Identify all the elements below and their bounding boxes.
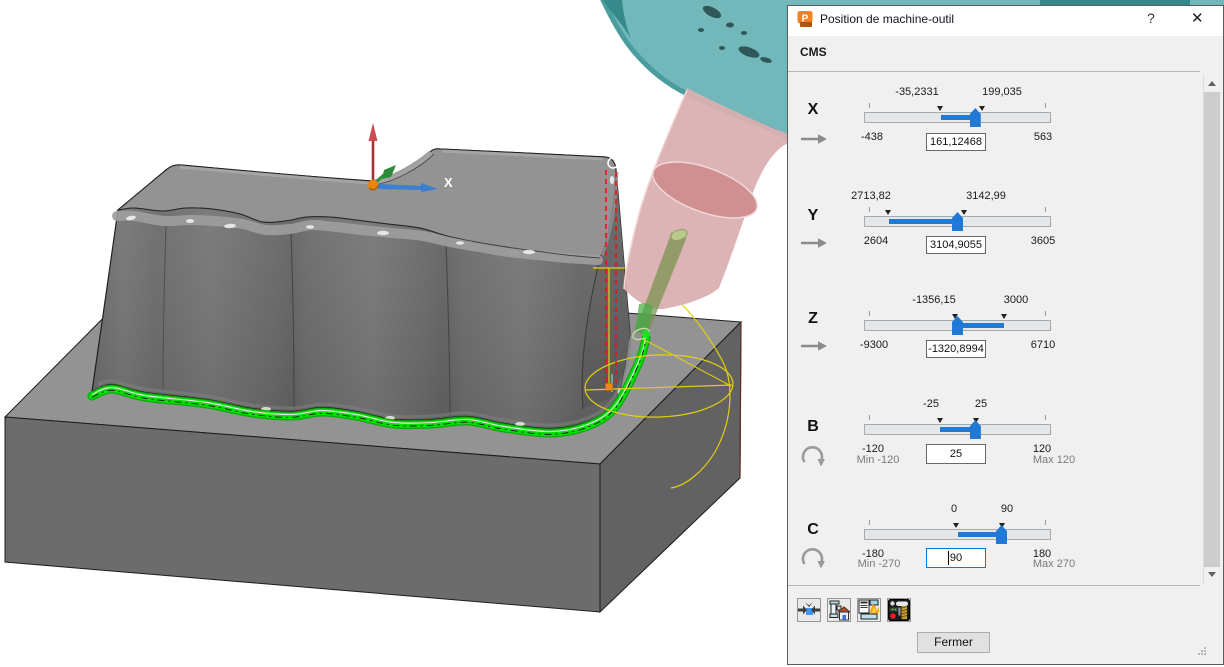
svg-text:X: X <box>444 175 453 190</box>
svg-text:P: P <box>802 14 809 25</box>
